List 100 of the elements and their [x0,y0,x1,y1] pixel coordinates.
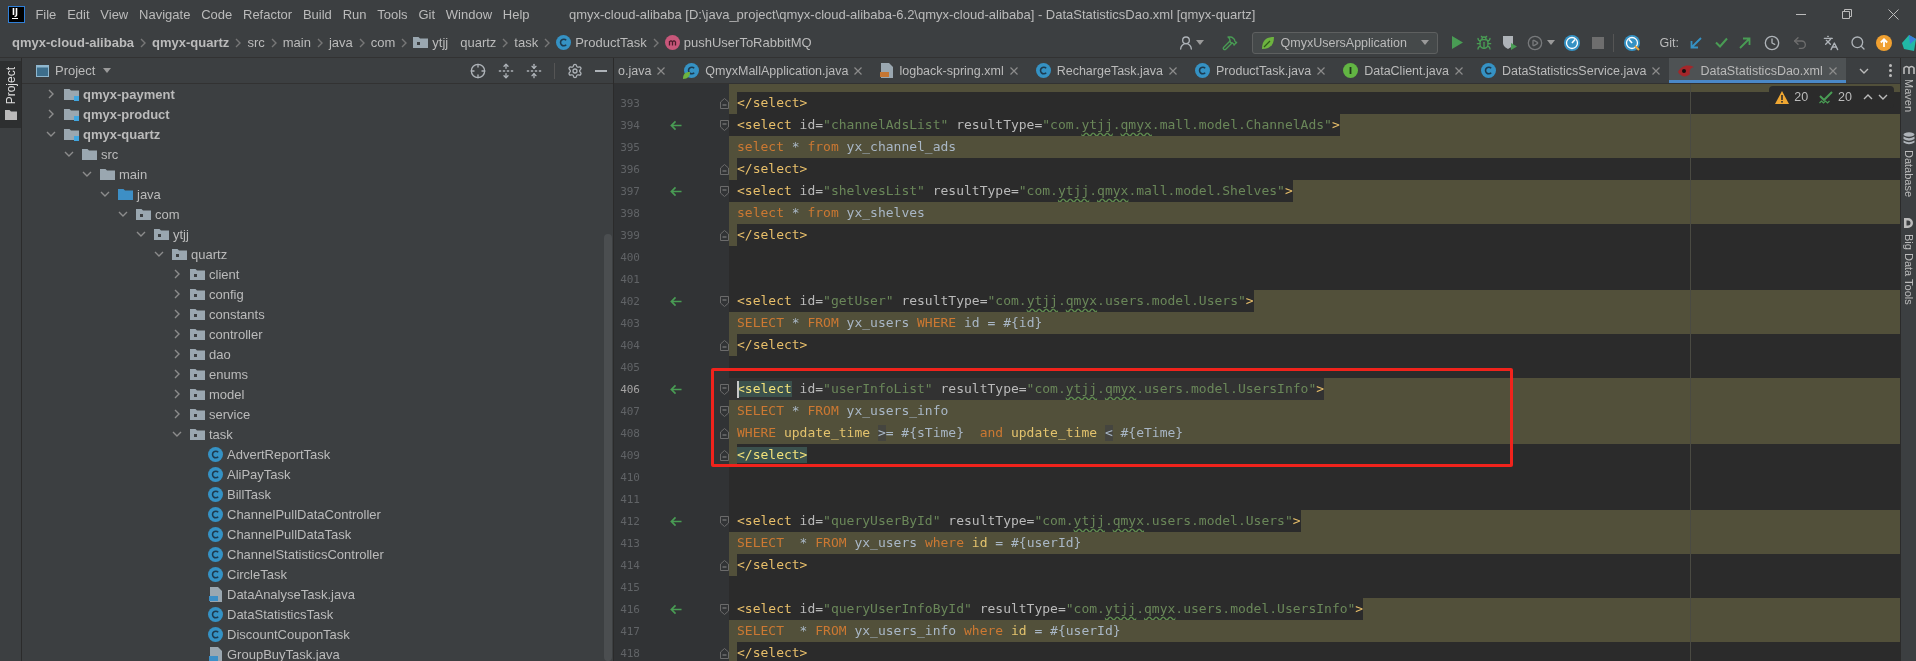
caret-icon[interactable] [1420,40,1429,45]
editor-tab[interactable]: logback-spring.xml [871,58,1027,83]
warning-count[interactable]: 20 [1794,90,1809,104]
chevron-down-icon[interactable] [64,151,74,157]
tree-item[interactable]: constants [169,304,265,324]
chevron-right-icon[interactable] [174,329,180,339]
chevron-down-icon[interactable] [172,431,182,437]
fold-icon[interactable] [719,427,729,439]
fold-icon[interactable] [719,559,729,571]
update-icon[interactable] [1876,34,1892,51]
tree-item[interactable]: GroupBuyTask.java [187,644,340,661]
minimize-icon[interactable] [595,69,607,72]
more-icon[interactable] [1889,64,1892,77]
warning-icon[interactable] [1775,90,1790,104]
tool-window-tab[interactable]: Database [1902,132,1915,198]
editor-tab[interactable]: ProductTask.java [1186,58,1335,83]
close-icon[interactable] [657,66,666,75]
gauge-icon[interactable] [1623,34,1640,51]
chevron-down-icon[interactable] [118,211,128,217]
chevron-right-icon[interactable] [174,349,180,359]
tree-item[interactable]: controller [169,324,263,344]
breadcrumb-item[interactable]: pushUserToRabbitMQ [664,35,812,50]
breadcrumb-item[interactable]: task [514,35,539,50]
tree-item[interactable]: client [169,264,240,284]
tree-item[interactable]: src [61,144,119,164]
minimize-icon[interactable] [1796,13,1806,15]
tree-item[interactable]: CircleTask [187,564,287,584]
caret-icon[interactable] [1195,40,1204,45]
menu-item[interactable]: Window [440,6,498,22]
menu-item[interactable]: Code [195,6,238,22]
chevron-right-icon[interactable] [174,369,180,379]
restore-icon[interactable] [1842,9,1852,19]
tree-item[interactable]: config [169,284,244,304]
close-icon[interactable] [1317,66,1326,75]
chevron-down-icon[interactable] [46,131,56,137]
arrow-down-left-icon[interactable] [1690,36,1702,49]
logo-icon[interactable] [1902,34,1916,51]
chevron-right-icon[interactable] [174,409,180,419]
scrollbar-thumb[interactable] [604,234,612,661]
editor-tab[interactable]: DataClient.java [1334,58,1472,83]
fold-icon[interactable] [719,603,729,615]
fold-icon[interactable] [719,119,729,131]
user-icon[interactable] [1177,34,1194,51]
breadcrumb-item[interactable]: main [282,35,311,50]
menu-item[interactable]: Edit [61,6,95,22]
tree-item[interactable]: AdvertReportTask [187,444,331,464]
tree-item[interactable]: qmyx-payment [43,84,175,104]
breadcrumb-item[interactable]: quartz [460,35,497,50]
panel-title[interactable]: Project [55,63,96,78]
fold-icon[interactable] [719,515,729,527]
arrow-left-icon[interactable] [670,295,682,307]
tree-item[interactable]: service [169,404,251,424]
expand-all-icon[interactable] [498,62,514,79]
breadcrumb-item[interactable]: java [328,35,353,50]
gauge-icon[interactable] [1563,34,1580,51]
tree-item[interactable]: main [79,164,148,184]
breadcrumb-item[interactable]: qmyx-cloud-alibaba [12,35,135,50]
editor-tab[interactable]: o.java [614,58,675,83]
chevron-down-icon[interactable] [1878,94,1888,100]
tree-item[interactable]: ChannelPullDataTask [187,524,352,544]
hammer-icon[interactable] [1221,34,1238,51]
menu-item[interactable]: File [30,6,62,22]
close-icon[interactable] [1454,66,1463,75]
fold-icon[interactable] [719,229,729,241]
stop-icon[interactable] [1591,36,1604,49]
tool-window-tab[interactable]: Big Data Tools [1902,217,1915,305]
tree-item[interactable]: DataStatisticsTask [187,604,334,624]
collapse-all-icon[interactable] [526,62,542,79]
close-icon[interactable] [1887,8,1899,20]
tree-item[interactable]: enums [169,364,249,384]
close-icon[interactable] [1652,66,1661,75]
typo-count[interactable]: 20 [1838,90,1852,104]
tool-window-tab[interactable]: Project [0,61,21,129]
caret-icon[interactable] [1546,40,1555,45]
arrow-up-right-icon[interactable] [1739,36,1751,49]
close-icon[interactable] [1828,66,1837,75]
editor-tab[interactable]: QmyxMallApplication.java [674,58,872,83]
fold-icon[interactable] [719,295,729,307]
menu-item[interactable]: Refactor [237,6,298,22]
arrow-left-icon[interactable] [670,603,682,615]
tree-item[interactable]: java [97,184,161,204]
breadcrumb-item[interactable]: com [370,35,396,50]
bug-icon[interactable] [1475,34,1492,51]
tree-item[interactable]: task [169,424,233,444]
tree-item[interactable]: ChannelPullDataController [187,504,381,524]
menu-item[interactable]: Run [337,6,372,22]
menu-item[interactable]: Git [413,6,441,22]
close-icon[interactable] [1009,66,1018,75]
menu-item[interactable]: Navigate [133,6,196,22]
fold-icon[interactable] [719,339,729,351]
chevron-down-icon[interactable] [100,191,110,197]
breadcrumb-item[interactable]: ProductTask [556,35,647,50]
close-icon[interactable] [1169,66,1177,75]
run-configuration-select[interactable]: QmyxUsersApplication [1251,31,1438,54]
close-icon[interactable] [854,66,863,75]
tree-item[interactable]: dao [169,344,231,364]
shield-icon[interactable] [1501,35,1517,50]
tree-item[interactable]: DataAnalyseTask.java [187,584,355,604]
chevron-right-icon[interactable] [174,309,180,319]
tree-item[interactable]: DiscountCouponTask [187,624,350,644]
